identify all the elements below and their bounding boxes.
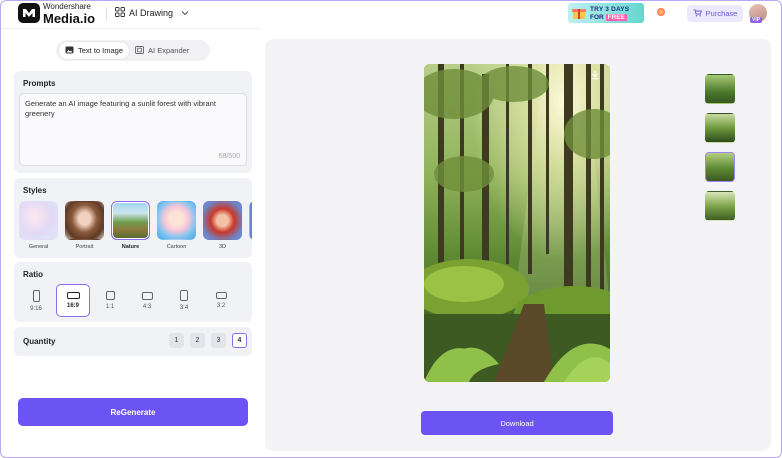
brand-name[interactable]: Wondershare Media.io bbox=[43, 2, 96, 26]
style-more-thumb bbox=[249, 201, 252, 240]
style-general-thumb bbox=[19, 201, 58, 240]
style-nature-thumb bbox=[111, 201, 150, 240]
download-button[interactable]: Download bbox=[421, 411, 613, 435]
thumbnail-3[interactable] bbox=[705, 152, 735, 182]
ratio-3-2-label: 3:2 bbox=[216, 303, 226, 309]
style-portrait-thumb bbox=[65, 201, 104, 240]
notification-icon[interactable] bbox=[657, 8, 665, 16]
ai-drawing-menu[interactable]: AI Drawing bbox=[115, 7, 189, 19]
tab-text-to-image[interactable]: Text to Image bbox=[59, 42, 130, 59]
free-trial-banner[interactable]: TRY 3 DAYS FOR FREE bbox=[568, 3, 644, 23]
ratio-9-16-label: 9:16 bbox=[30, 305, 42, 312]
prompts-title: Prompts bbox=[23, 79, 56, 88]
styles-list: General Portrait Nature Cartoon 3D bbox=[19, 201, 252, 250]
ratio-9-16[interactable]: 9:16 bbox=[19, 284, 53, 317]
style-3d-thumb bbox=[203, 201, 242, 240]
style-cartoon[interactable]: Cartoon bbox=[157, 201, 196, 250]
image-icon bbox=[65, 46, 74, 56]
ratio-16-9-icon bbox=[66, 292, 80, 299]
style-3d[interactable]: 3D bbox=[203, 201, 242, 250]
prompt-char-count: 68/500 bbox=[218, 153, 240, 160]
ratio-4-3-label: 4:3 bbox=[142, 303, 152, 310]
promo-line-2: FOR FREE bbox=[590, 14, 627, 21]
regenerate-button[interactable]: ReGenerate bbox=[18, 398, 248, 426]
styles-title: Styles bbox=[23, 186, 47, 195]
ratio-3-4[interactable]: 3:4 bbox=[167, 284, 201, 317]
mode-tabs: Text to Image AI Expander bbox=[56, 40, 210, 61]
ratio-1-1-icon bbox=[105, 291, 115, 300]
ratio-4-3-icon bbox=[141, 291, 153, 300]
grid-icon bbox=[115, 7, 125, 19]
style-nature[interactable]: Nature bbox=[111, 201, 150, 250]
thumbnail-4[interactable] bbox=[705, 191, 735, 221]
thumbnail-2[interactable] bbox=[705, 113, 735, 143]
purchase-button[interactable]: Purchase bbox=[687, 5, 743, 22]
ratio-9-16-icon bbox=[32, 289, 40, 302]
top-bar: Wondershare Media.io AI Drawing TRY 3 DA… bbox=[1, 1, 781, 28]
header-divider bbox=[106, 7, 107, 21]
preview-panel: Download bbox=[265, 39, 771, 451]
quantity-card: Quantity 1 2 3 4 bbox=[14, 327, 252, 356]
thumbnail-1[interactable] bbox=[705, 74, 735, 104]
ratio-title: Ratio bbox=[23, 270, 43, 279]
tab-ai-expander-label: AI Expander bbox=[148, 46, 190, 55]
style-portrait[interactable]: Portrait bbox=[65, 201, 104, 250]
style-general[interactable]: General bbox=[19, 201, 58, 250]
style-3d-label: 3D bbox=[218, 244, 227, 250]
style-general-label: General bbox=[28, 244, 49, 250]
style-nature-label: Nature bbox=[121, 244, 140, 250]
gift-icon bbox=[572, 9, 586, 19]
ratio-4-3[interactable]: 4:3 bbox=[130, 284, 164, 317]
vip-badge: VIP bbox=[750, 17, 763, 23]
tab-ai-expander[interactable]: AI Expander bbox=[129, 42, 195, 59]
style-portrait-label: Portrait bbox=[75, 244, 94, 250]
ratio-3-2[interactable]: 3:2 bbox=[204, 284, 238, 317]
quantity-title: Quantity bbox=[23, 337, 56, 346]
ratio-16-9[interactable]: 16:9 bbox=[56, 284, 90, 317]
prompt-input[interactable]: Generate an AI image featuring a sunlit … bbox=[19, 93, 247, 166]
brand-bottom-text: Media.io bbox=[43, 11, 96, 26]
ai-drawing-label: AI Drawing bbox=[129, 8, 174, 18]
ratio-3-4-icon bbox=[180, 290, 188, 301]
forest-image bbox=[424, 64, 610, 382]
generated-image[interactable] bbox=[424, 64, 610, 382]
app-window: Wondershare Media.io AI Drawing TRY 3 DA… bbox=[0, 0, 782, 458]
prompts-card: Prompts Generate an AI image featuring a… bbox=[14, 71, 252, 173]
ratio-3-4-label: 3:4 bbox=[179, 305, 189, 311]
style-cartoon-thumb bbox=[157, 201, 196, 240]
quantity-option-3[interactable]: 3 bbox=[211, 333, 226, 348]
quantity-option-1[interactable]: 1 bbox=[169, 333, 184, 348]
quantity-option-4[interactable]: 4 bbox=[232, 333, 247, 348]
settings-panel: Text to Image AI Expander Prompts Genera… bbox=[1, 28, 261, 457]
ratio-1-1-label: 1:1 bbox=[105, 304, 115, 310]
ratio-list: 9:16 16:9 1:1 4:3 3:4 3:2 bbox=[19, 284, 238, 317]
purchase-label: Purchase bbox=[705, 9, 738, 18]
brand-top-text: Wondershare bbox=[43, 2, 91, 11]
promo-line-1: TRY 3 DAYS bbox=[590, 6, 630, 13]
styles-card: Styles General Portrait Nature Cartoon 3… bbox=[14, 178, 252, 258]
tab-text-to-image-label: Text to Image bbox=[78, 46, 124, 55]
quantity-options: 1 2 3 4 bbox=[169, 333, 247, 348]
download-icon[interactable] bbox=[588, 70, 602, 84]
expand-icon bbox=[135, 45, 144, 56]
prompt-text[interactable]: Generate an AI image featuring a sunlit … bbox=[25, 99, 235, 119]
style-more[interactable] bbox=[249, 201, 252, 250]
quantity-option-2[interactable]: 2 bbox=[190, 333, 205, 348]
ratio-1-1[interactable]: 1:1 bbox=[93, 284, 127, 317]
ratio-card: Ratio 9:16 16:9 1:1 4:3 3:4 3:2 bbox=[14, 262, 252, 322]
style-cartoon-label: Cartoon bbox=[166, 244, 187, 250]
thumbnail-list bbox=[705, 74, 735, 221]
cart-icon bbox=[693, 8, 702, 19]
promo-free-badge: FREE bbox=[605, 14, 627, 21]
ratio-3-2-icon bbox=[215, 292, 227, 299]
ratio-16-9-label: 16:9 bbox=[66, 303, 79, 309]
promo-prefix: FOR bbox=[590, 14, 604, 21]
chevron-down-icon bbox=[181, 9, 189, 18]
media-io-logo-icon[interactable] bbox=[18, 3, 40, 23]
